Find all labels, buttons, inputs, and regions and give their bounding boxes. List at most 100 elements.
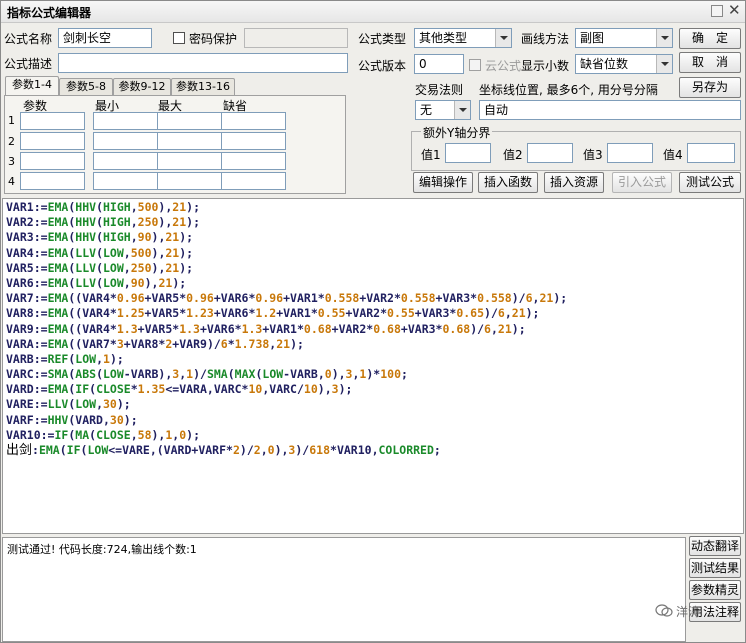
insert-function-button[interactable]: 插入函数 [478, 172, 538, 193]
code-line: VARC:=SMA(ABS(LOW-VARB),3,1)/SMA(MAX(LOW… [6, 367, 408, 382]
insert-resource-button[interactable]: 插入资源 [544, 172, 604, 193]
code-line: VAR2:=EMA(HHV(HIGH,250),21); [6, 215, 201, 230]
formula-type-label: 公式类型 [358, 32, 407, 46]
value3-input[interactable] [607, 143, 653, 163]
param-name-input[interactable] [20, 152, 85, 170]
code-line: VAR5:=EMA(LLV(LOW,250),21); [6, 260, 194, 275]
code-line: VAR3:=EMA(HHV(HIGH,90),21); [6, 230, 194, 245]
code-line: VAR6:=EMA(LLV(LOW,90),21); [6, 275, 187, 290]
param-min-input[interactable] [93, 172, 158, 190]
trade-rule-select[interactable]: 无 [415, 100, 471, 120]
formula-desc-input[interactable] [58, 53, 348, 73]
coord-lines-input[interactable]: 自动 [479, 100, 741, 120]
formula-editor-window: 指标公式编辑器 ✕ 公式名称 剑刺长空 密码保护 公式类型 其他类型 画线方法 … [0, 0, 746, 643]
test-output-panel: 测试通过! 代码长度:724,输出线个数:1 [2, 537, 686, 642]
param-min-input[interactable] [93, 152, 158, 170]
code-line: VARB:=REF(LOW,1); [6, 351, 124, 366]
param-row-number: 4 [8, 175, 15, 188]
param-default-input[interactable] [221, 172, 286, 190]
password-label: 密码保护 [189, 32, 238, 46]
code-line: VAR7:=EMA((VAR4*0.96+VAR5*0.96+VAR6*0.96… [6, 291, 568, 306]
value2-input[interactable] [527, 143, 573, 163]
param-default-input[interactable] [221, 132, 286, 150]
param-max-input[interactable] [157, 132, 222, 150]
param-row-number: 3 [8, 155, 15, 168]
password-input[interactable] [244, 28, 348, 48]
trade-rule-label: 交易法则 [415, 83, 464, 97]
param-max-input[interactable] [157, 112, 222, 130]
test-result-button[interactable]: 测试结果 [689, 558, 741, 578]
title-bar: 指标公式编辑器 ✕ [1, 1, 745, 23]
code-line: 出剑:EMA(IF(LOW<=VARE,(VARD+VARF*2)/2,0),3… [6, 443, 441, 458]
chevron-down-icon [656, 29, 672, 47]
test-output-text: 测试通过! 代码长度:724,输出线个数:1 [7, 543, 197, 556]
tab-params-13-16[interactable]: 参数13-16 [171, 78, 235, 96]
param-max-input[interactable] [157, 152, 222, 170]
window-title: 指标公式编辑器 [7, 6, 92, 20]
param-name-input[interactable] [20, 112, 85, 130]
decimals-label: 显示小数 [521, 59, 570, 73]
chevron-down-icon [656, 55, 672, 73]
value2-label: 值2 [503, 148, 523, 162]
save-as-button[interactable]: 另存为 [679, 77, 741, 98]
import-formula-button[interactable]: 引入公式 [612, 172, 672, 193]
formula-desc-label: 公式描述 [4, 57, 53, 71]
draw-method-select[interactable]: 副图 [575, 28, 673, 48]
code-line: VAR1:=EMA(HHV(HIGH,500),21); [6, 200, 201, 214]
code-line: VAR4:=EMA(LLV(LOW,500),21); [6, 245, 194, 260]
value4-input[interactable] [687, 143, 735, 163]
code-line: VAR8:=EMA((VAR4*1.25+VAR5*1.23+VAR6*1.2+… [6, 306, 540, 321]
formula-code-editor[interactable]: VAR1:=EMA(HHV(HIGH,500),21); VAR2:=EMA(HH… [2, 198, 744, 534]
param-default-input[interactable] [221, 152, 286, 170]
value4-label: 值4 [663, 148, 683, 162]
formula-type-value: 其他类型 [419, 31, 468, 45]
code-line: VARF:=HHV(VARD,30); [6, 412, 138, 427]
decimals-select[interactable]: 缺省位数 [575, 54, 673, 74]
code-line: VAR10:=IF(MA(CLOSE,58),1,0); [6, 427, 201, 442]
code-line: VARA:=EMA((VAR7*3+VAR8*2+VAR9)/6*1.738,2… [6, 336, 304, 351]
value1-input[interactable] [445, 143, 491, 163]
param-row-number: 2 [8, 135, 15, 148]
dynamic-translate-button[interactable]: 动态翻译 [689, 536, 741, 556]
tab-params-9-12[interactable]: 参数9-12 [113, 78, 171, 96]
param-name-input[interactable] [20, 132, 85, 150]
ok-button[interactable]: 确 定 [679, 28, 741, 49]
param-wizard-button[interactable]: 参数精灵 [689, 580, 741, 600]
code-line: VARE:=LLV(LOW,30); [6, 397, 131, 412]
formula-type-select[interactable]: 其他类型 [414, 28, 512, 48]
trade-rule-value: 无 [420, 103, 433, 117]
watermark: 洋涛 [655, 601, 743, 621]
param-default-input[interactable] [221, 112, 286, 130]
param-min-input[interactable] [93, 132, 158, 150]
param-max-input[interactable] [157, 172, 222, 190]
edit-ops-button[interactable]: 编辑操作 [413, 172, 473, 193]
formula-name-input[interactable]: 剑刺长空 [58, 28, 152, 48]
formula-name-label: 公式名称 [4, 32, 53, 46]
cloud-formula-checkbox[interactable] [469, 59, 481, 71]
chevron-down-icon [495, 29, 511, 47]
cancel-button[interactable]: 取 消 [679, 52, 741, 73]
param-min-input[interactable] [93, 112, 158, 130]
draw-method-value: 副图 [580, 31, 605, 45]
coord-lines-label: 坐标线位置, 最多6个, 用分号分隔 [479, 83, 658, 97]
test-formula-button[interactable]: 测试公式 [679, 172, 741, 193]
chevron-down-icon [454, 101, 470, 119]
code-line: VAR9:=EMA((VAR4*1.3+VAR5*1.3+VAR6*1.3+VA… [6, 321, 526, 336]
value1-label: 值1 [421, 148, 441, 162]
formula-version-input[interactable]: 0 [414, 54, 464, 74]
formula-version-label: 公式版本 [358, 59, 407, 73]
watermark-text: 洋涛 [676, 604, 701, 619]
draw-method-label: 画线方法 [521, 32, 570, 46]
tab-params-1-4[interactable]: 参数1-4 [5, 76, 59, 96]
close-icon[interactable]: ✕ [728, 2, 741, 18]
tab-params-5-8[interactable]: 参数5-8 [59, 78, 113, 96]
value3-label: 值3 [583, 148, 603, 162]
y-axis-group-title: 额外Y轴分界 [421, 124, 493, 141]
param-name-input[interactable] [20, 172, 85, 190]
code-line: VARD:=EMA(IF(CLOSE*1.35<=VARA,VARC*10,VA… [6, 382, 353, 397]
decimals-value: 缺省位数 [580, 57, 629, 71]
param-row-number: 1 [8, 114, 15, 127]
chat-bubble-icon [655, 604, 673, 617]
password-checkbox[interactable] [173, 32, 185, 44]
maximize-icon[interactable] [711, 5, 723, 17]
